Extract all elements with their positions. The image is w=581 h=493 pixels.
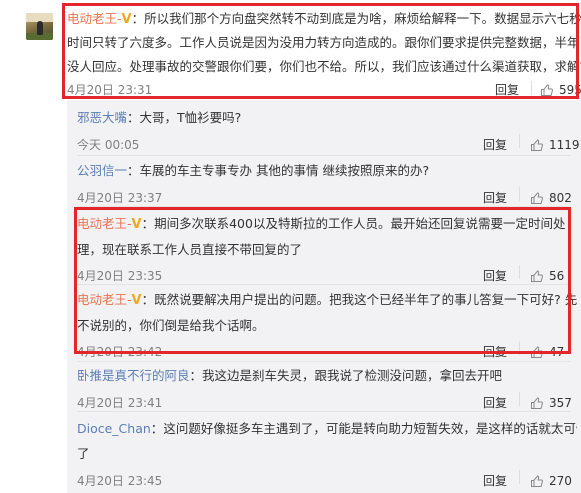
thumbs-up-icon <box>531 192 543 204</box>
reply-button[interactable]: 回复 <box>495 80 519 101</box>
like-button[interactable]: 802 <box>530 186 572 211</box>
divider <box>77 155 571 156</box>
thumbs-up-icon <box>541 84 553 96</box>
divider <box>77 361 571 362</box>
divider <box>77 284 571 285</box>
verified-badge-icon: V <box>121 12 132 27</box>
timestamp: 4月20日 23:45 <box>77 474 163 488</box>
reply-meta: 4月20日 23:45 回复 270 <box>77 466 577 488</box>
comment-text-line-3: 没人回应。处理事故的交警跟你们要，你们也不给。所以，我们应该通过什么渠道获取，求… <box>67 59 581 74</box>
colon: ： <box>141 216 155 231</box>
reply-list: 邪恶大嘴：大哥，T恤衫要吗? 今天 00:05 回复 1119 公羽信一：车展的… <box>67 100 581 493</box>
reply-button[interactable]: 回复 <box>483 391 507 416</box>
colon: ： <box>189 368 203 383</box>
reply-username[interactable]: 电动老王- <box>77 216 132 231</box>
thumbs-up-icon <box>531 475 543 487</box>
list-item: Dioce_Chan：这问题好像挺多车主遇到了，可能是转向助力短暂失效，是这样的… <box>77 416 577 488</box>
thumbs-up-icon <box>531 139 543 151</box>
comment-thread: 电动老王-V：所以我们那个方向盘突然转不动到底是为啥，麻烦给解释一下。数据显示六… <box>0 0 581 493</box>
divider <box>519 341 520 355</box>
avatar[interactable] <box>26 13 53 40</box>
divider <box>519 187 520 201</box>
reply-button[interactable]: 回复 <box>483 264 507 289</box>
reply-meta: 4月20日 23:42 回复 47 <box>77 337 577 359</box>
reply-button[interactable]: 回复 <box>483 469 507 493</box>
like-button[interactable]: 270 <box>530 469 572 493</box>
like-count: 802 <box>549 191 572 205</box>
comment-text-line-1: 所以我们那个方向盘突然转不动到底是为啥，麻烦给解释一下。数据显示六七秒的 <box>144 11 581 26</box>
list-item: 邪恶大嘴：大哥，T恤衫要吗? 今天 00:05 回复 1119 <box>77 105 580 152</box>
list-item: 电动老王-V：既然说要解决用户提出的问题。把我这个已经半年了的事儿答复一下可好?… <box>77 287 577 359</box>
thumbs-up-icon <box>531 346 543 358</box>
like-count: 357 <box>549 396 572 410</box>
reply-text: 大哥，T恤衫要吗? <box>139 110 242 125</box>
list-item: 卧推是真不行的阿良：我这边是刹车失灵，跟我说了检测没问题，拿回去开吧 4月20日… <box>77 363 577 410</box>
reply-username[interactable]: 卧推是真不行的阿良 <box>77 368 190 383</box>
reply-text: 既然说要解决用户提出的问题。把我这个已经半年了的事儿答复一下可好? 先 <box>154 292 577 307</box>
reply-meta: 4月20日 23:41 回复 357 <box>77 388 577 410</box>
reply-text-line-2: 了 <box>77 446 90 461</box>
divider <box>519 470 520 484</box>
top-comment: 电动老王-V：所以我们那个方向盘突然转不动到底是为啥，麻烦给解释一下。数据显示六… <box>67 8 581 97</box>
like-button[interactable]: 5955 <box>540 80 581 101</box>
comment-text-line-2: 时间只转了六度多。工作人员说是因为没用力转方向造成的。跟你们要求提供完整数据，半… <box>67 35 581 50</box>
like-count: 56 <box>549 269 565 283</box>
timestamp: 4月20日 23:37 <box>77 191 163 205</box>
colon: ： <box>127 110 140 125</box>
verified-badge-icon: V <box>131 293 142 308</box>
reply-text: 车展的车主专事专办 其他的事情 继续按照原来的办? <box>139 163 430 178</box>
verified-badge-icon: V <box>131 217 142 232</box>
reply-button[interactable]: 回复 <box>483 186 507 211</box>
reply-meta: 4月20日 23:35 回复 56 <box>77 261 577 283</box>
top-comment-username[interactable]: 电动老王- <box>67 11 122 26</box>
colon: ： <box>127 163 140 178</box>
reply-username[interactable]: Dioce_Chan <box>77 421 151 436</box>
timestamp: 4月20日 23:31 <box>67 83 153 97</box>
timestamp: 4月20日 23:35 <box>77 269 163 283</box>
thumbs-up-icon <box>531 397 543 409</box>
reply-text: 期间多次联系400以及特斯拉的工作人员。最开始还回复说需要一定时间处 <box>154 216 566 231</box>
reply-text-line-2: 不说别的，你们倒是给我个话啊。 <box>77 318 265 333</box>
like-button[interactable]: 357 <box>530 391 572 416</box>
colon: ： <box>131 11 145 26</box>
list-item: 公羽信一：车展的车主专事专办 其他的事情 继续按照原来的办? 4月20日 23:… <box>77 158 577 205</box>
list-item: 电动老王-V：期间多次联系400以及特斯拉的工作人员。最开始还回复说需要一定时间… <box>77 211 577 283</box>
colon: ： <box>150 421 164 436</box>
reply-username[interactable]: 公羽信一 <box>77 163 127 178</box>
like-count: 270 <box>549 474 572 488</box>
comment-meta: 4月20日 23:31 回复 5955 <box>67 77 581 99</box>
reply-text-line-2: 理，现在联系工作人员直接不带回复的了 <box>77 242 303 257</box>
colon: ： <box>141 292 155 307</box>
divider <box>531 81 532 95</box>
divider <box>77 411 571 412</box>
reply-username[interactable]: 邪恶大嘴 <box>77 110 127 125</box>
divider <box>519 392 520 406</box>
divider <box>519 265 520 279</box>
like-count: 47 <box>549 345 565 359</box>
reply-meta: 4月20日 23:37 回复 802 <box>77 183 577 205</box>
thumbs-up-icon <box>531 270 543 282</box>
divider <box>519 134 520 148</box>
like-button[interactable]: 56 <box>530 264 564 289</box>
divider <box>77 206 571 207</box>
timestamp: 4月20日 23:41 <box>77 396 163 410</box>
reply-text: 这问题好像挺多车主遇到了，可能是转向助力短暂失效，是这样的话就太可怕 <box>163 421 577 436</box>
reply-meta: 今天 00:05 回复 1119 <box>77 130 580 152</box>
reply-text: 我这边是刹车失灵，跟我说了检测没问题，拿回去开吧 <box>202 368 503 383</box>
like-count: 5955 <box>559 83 581 97</box>
like-count: 1119 <box>549 138 580 152</box>
reply-username[interactable]: 电动老王- <box>77 292 132 307</box>
